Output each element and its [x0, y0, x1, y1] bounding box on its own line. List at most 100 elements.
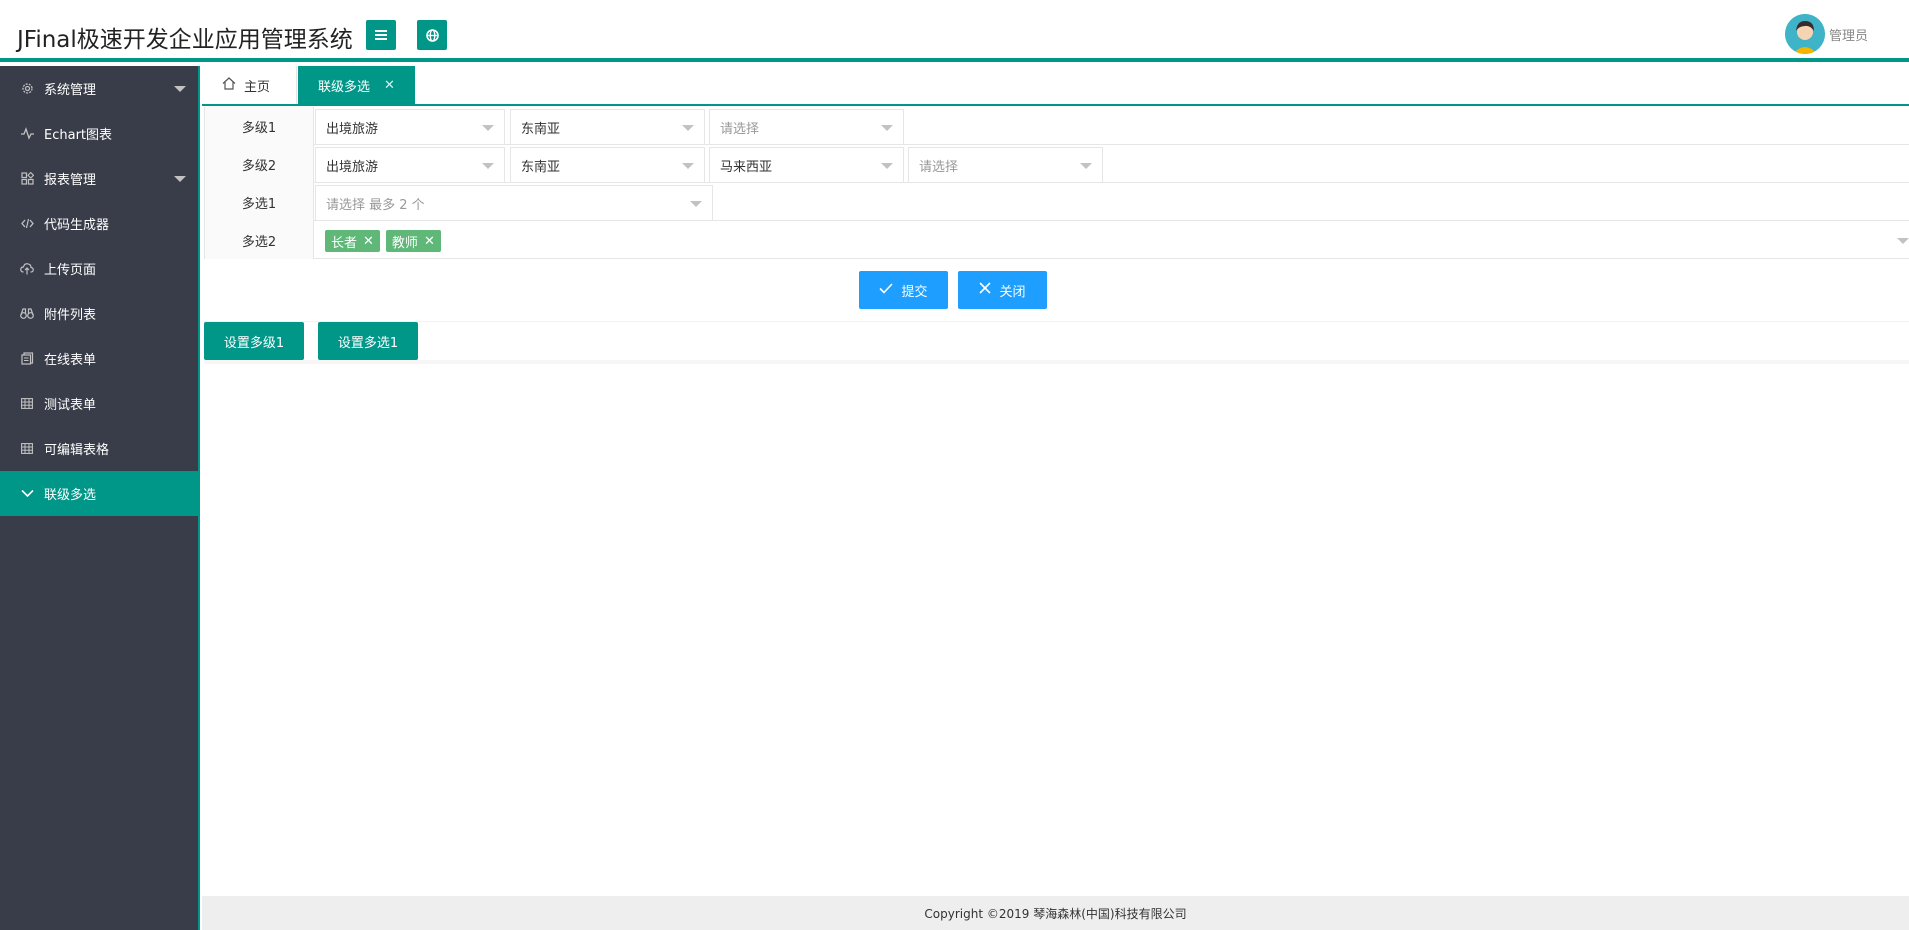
sidebar-item-label: 联级多选 — [44, 488, 97, 503]
cloud-upload-icon — [20, 262, 34, 276]
sidebar-item-attachments[interactable]: 附件列表 — [0, 291, 198, 336]
caret-down-icon — [174, 86, 186, 92]
hamburger-icon — [375, 30, 387, 40]
tag-label: 教师 — [391, 235, 418, 251]
check-icon — [879, 282, 894, 298]
sidebar-item-label: 上传页面 — [44, 263, 97, 278]
select1-multi-select[interactable]: 请选择 最多 2 个 — [315, 185, 713, 221]
multi1-level2-select[interactable]: 东南亚 — [510, 109, 705, 145]
close-icon — [979, 282, 992, 298]
button-label: 提交 — [901, 284, 928, 300]
sidebar-item-codegen[interactable]: 代码生成器 — [0, 201, 198, 246]
chevron-down-icon — [20, 487, 34, 501]
set-multi1-button[interactable]: 设置多级1 — [204, 322, 304, 360]
caret-down-icon — [881, 125, 893, 131]
multi2-level4-select[interactable]: 请选择 — [908, 147, 1103, 183]
tag-label: 长者 — [331, 235, 358, 251]
select-value: 东南亚 — [521, 121, 561, 137]
sidebar-item-editable-table[interactable]: 可编辑表格 — [0, 426, 198, 471]
sidebar-item-upload[interactable]: 上传页面 — [0, 246, 198, 291]
globe-icon — [425, 28, 439, 42]
caret-down-icon — [881, 163, 893, 169]
multi2-level2-select[interactable]: 东南亚 — [510, 147, 705, 183]
field-label: 多级1 — [204, 107, 314, 145]
close-button[interactable]: 关闭 — [958, 271, 1047, 309]
selected-tag: 长者 ✕ — [325, 230, 380, 252]
gear-icon — [20, 82, 34, 96]
table-icon — [20, 397, 34, 411]
submit-button[interactable]: 提交 — [859, 271, 948, 309]
caret-down-icon — [1897, 238, 1909, 244]
caret-down-icon — [682, 125, 694, 131]
table-icon — [20, 442, 34, 456]
selected-tag: 教师 ✕ — [385, 230, 441, 252]
select-placeholder: 请选择 最多 2 个 — [326, 197, 425, 213]
close-icon[interactable]: ✕ — [424, 234, 435, 249]
close-icon[interactable]: ✕ — [363, 234, 374, 249]
home-icon — [222, 76, 236, 94]
sidebar-item-label: 报表管理 — [44, 173, 97, 188]
sidebar-item-system[interactable]: 系统管理 — [0, 66, 198, 111]
select-placeholder: 请选择 — [720, 121, 760, 137]
copyright-text: Copyright ©2019 琴海森林(中国)科技有限公司 — [924, 906, 1187, 921]
globe-button[interactable] — [417, 20, 447, 50]
footer: Copyright ©2019 琴海森林(中国)科技有限公司 — [202, 896, 1909, 930]
sidebar: 系统管理 Echart图表 报表管理 代码生成器 上传页面 附件列表 在线表单 … — [0, 66, 200, 930]
tab-home[interactable]: 主页 — [202, 66, 297, 104]
code-icon — [20, 217, 34, 231]
multi1-level1-select[interactable]: 出境旅游 — [315, 109, 505, 145]
field-label: 多选2 — [204, 221, 314, 259]
sidebar-item-cascade-select[interactable]: 联级多选 — [0, 471, 198, 516]
sidebar-item-label: Echart图表 — [44, 128, 113, 143]
menu-toggle-button[interactable] — [366, 20, 396, 50]
app-title: JFinal极速开发企业应用管理系统 — [17, 27, 353, 53]
form-icon — [20, 352, 34, 366]
form-row-multi2: 多级2 出境旅游 东南亚 马来西亚 请选择 — [204, 145, 1909, 183]
sidebar-item-label: 附件列表 — [44, 308, 97, 323]
select-value: 马来西亚 — [720, 159, 773, 175]
field-label: 多级2 — [204, 145, 314, 183]
sidebar-item-label: 系统管理 — [44, 83, 97, 98]
caret-down-icon — [482, 163, 494, 169]
pulse-icon — [20, 127, 34, 141]
select-value: 出境旅游 — [326, 159, 379, 175]
multi2-level3-select[interactable]: 马来西亚 — [709, 147, 904, 183]
sidebar-item-label: 代码生成器 — [44, 218, 110, 233]
user-avatar-icon — [1785, 14, 1825, 54]
user-name[interactable]: 管理员 — [1829, 25, 1868, 44]
select-value: 东南亚 — [521, 159, 561, 175]
form-actions: 提交 关闭 — [204, 268, 1909, 322]
avatar[interactable] — [1785, 14, 1825, 54]
form-row-select2: 多选2 长者 ✕ 教师 ✕ — [204, 221, 1909, 259]
tab-label: 主页 — [244, 79, 271, 95]
caret-down-icon — [482, 125, 494, 131]
set-select1-button[interactable]: 设置多选1 — [318, 322, 418, 360]
caret-down-icon — [682, 163, 694, 169]
set-actions: 设置多级1 设置多选1 — [204, 322, 1909, 364]
caret-down-icon — [1080, 163, 1092, 169]
select2-multi-select[interactable]: 长者 ✕ 教师 ✕ — [315, 223, 1909, 259]
form-row-select1: 多选1 请选择 最多 2 个 — [204, 183, 1909, 221]
caret-down-icon — [174, 176, 186, 182]
button-label: 关闭 — [999, 284, 1026, 300]
tab-label: 联级多选 — [318, 79, 371, 95]
binoculars-icon — [20, 307, 34, 321]
app-grid-icon — [20, 172, 34, 186]
cascade-form: 多级1 出境旅游 东南亚 请选择 多级2 出境旅游 东南亚 马来西亚 请选择 多… — [204, 107, 1909, 259]
multi1-level3-select[interactable]: 请选择 — [709, 109, 904, 145]
sidebar-item-online-form[interactable]: 在线表单 — [0, 336, 198, 381]
top-header: JFinal极速开发企业应用管理系统 管理员 — [0, 0, 1909, 62]
form-row-multi1: 多级1 出境旅游 东南亚 请选择 — [204, 107, 1909, 145]
select-placeholder: 请选择 — [919, 159, 959, 175]
sidebar-item-label: 测试表单 — [44, 398, 97, 413]
sidebar-item-label: 可编辑表格 — [44, 443, 110, 458]
tab-bar: 主页 联级多选 ✕ — [202, 66, 1909, 106]
multi2-level1-select[interactable]: 出境旅游 — [315, 147, 505, 183]
sidebar-item-label: 在线表单 — [44, 353, 97, 368]
close-icon[interactable]: ✕ — [384, 78, 395, 93]
select-value: 出境旅游 — [326, 121, 379, 137]
sidebar-item-echart[interactable]: Echart图表 — [0, 111, 198, 156]
sidebar-item-report[interactable]: 报表管理 — [0, 156, 198, 201]
tab-cascade-select[interactable]: 联级多选 ✕ — [298, 66, 415, 104]
sidebar-item-test-form[interactable]: 测试表单 — [0, 381, 198, 426]
